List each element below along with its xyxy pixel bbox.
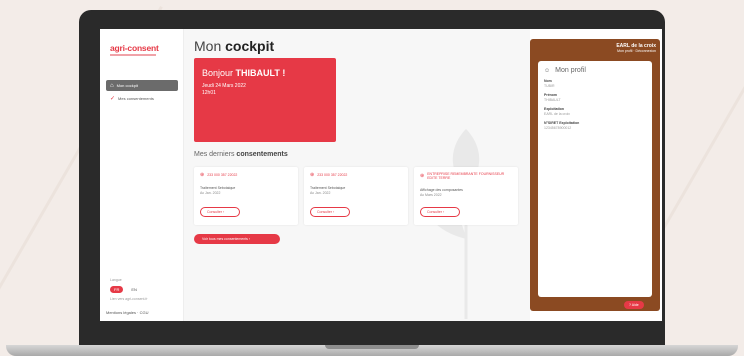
sidebar: agri-consent ⌂ Mon cockpit ✓ Mes consent… [100,29,184,321]
card-reference: 233 000 357 22022 [207,173,238,177]
main-content: Mon cockpit Bonjour THIBAULT ! Jeudi 24 … [184,29,530,321]
consult-button[interactable]: Consulter › [420,207,460,217]
greeting: Bonjour [202,68,234,78]
profile-title: Mon profil [555,67,586,74]
profile-field: Nom TUBIR [544,79,555,88]
document-icon: ⊕ [420,173,425,179]
nav-item-consentements[interactable]: ✓ Mes consentements [106,93,178,104]
profile-column: EARL de la croix Mon profil · Déconnexio… [530,29,662,321]
language-label: Langue [110,278,122,282]
card-date: Ac Jan. 2022 [200,191,221,195]
consult-button[interactable]: Consulter › [200,207,240,217]
card-reference: ENTREPRISE REMEMBRANTE FOURNISSEUR EDITE… [427,172,505,180]
card-title: Affichage des composantes [420,188,463,192]
welcome-banner: Bonjour THIBAULT ! Jeudi 24 Mars 2022 12h… [194,58,336,142]
card-date: Ac Mars 2022 [420,193,442,197]
consent-card: ⊕ ENTREPRISE REMEMBRANTE FOURNISSEUR EDIT… [414,167,518,225]
laptop-notch [325,345,419,349]
nav-label: Mes consentements [118,96,154,101]
current-date: Jeudi 24 Mars 2022 [202,83,246,89]
profile-card: ☺ Mon profil Nom TUBIR Prénom THIBAULT Expl… [538,61,652,297]
check-icon: ✓ [110,96,116,102]
profile-field: Prénom THIBAULT [544,93,561,102]
account-header[interactable]: EARL de la croix Mon profil · Déconnexio… [572,43,656,53]
current-time: 12h01 [202,90,216,96]
user-name: THIBAULT ! [235,68,286,78]
app-screen: agri-consent ⌂ Mon cockpit ✓ Mes consent… [100,29,662,321]
consult-button[interactable]: Consulter › [310,207,350,217]
language-switcher: Langue FR EN [110,278,141,293]
document-icon: ⊕ [310,172,315,178]
help-button[interactable]: ? Aide [624,301,644,309]
logo[interactable]: agri-consent [110,43,159,56]
nav-item-cockpit[interactable]: ⌂ Mon cockpit [106,80,178,91]
lang-en[interactable]: EN [127,286,141,293]
document-icon: ⊕ [200,172,205,178]
user-icon: ☺ [544,67,551,74]
card-reference: 233 000 357 22022 [317,173,348,177]
sidebar-link[interactable]: Lien vers agri-consent.fr [110,297,148,301]
home-icon: ⌂ [110,82,114,89]
profile-field: Exploitation EARL de la croix [544,107,570,116]
consent-card: ⊕ 233 000 357 22022 Traitement Sebotaique… [194,167,298,225]
legal-footer[interactable]: Mentions légales · CGU [106,310,148,315]
card-title: Traitement Sebotaique [200,186,236,190]
section-title: Mes derniers consentements [194,151,288,158]
all-consents-button[interactable]: Voir tous mes consentements › [194,234,280,244]
card-title: Traitement Sebotaique [310,186,346,190]
profile-panel: EARL de la croix Mon profil · Déconnexio… [530,39,660,311]
nav-label: Mon cockpit [116,83,138,88]
profile-field: N°SIRET Exploitation 12345678900012 [544,121,580,130]
account-menu[interactable]: Mon profil · Déconnexion [572,49,656,53]
card-date: Ac Jan. 2022 [310,191,331,195]
consent-card: ⊕ 233 000 357 22022 Traitement Sebotaique… [304,167,408,225]
lang-fr[interactable]: FR [110,286,124,293]
page-title: Mon cockpit [194,38,275,54]
